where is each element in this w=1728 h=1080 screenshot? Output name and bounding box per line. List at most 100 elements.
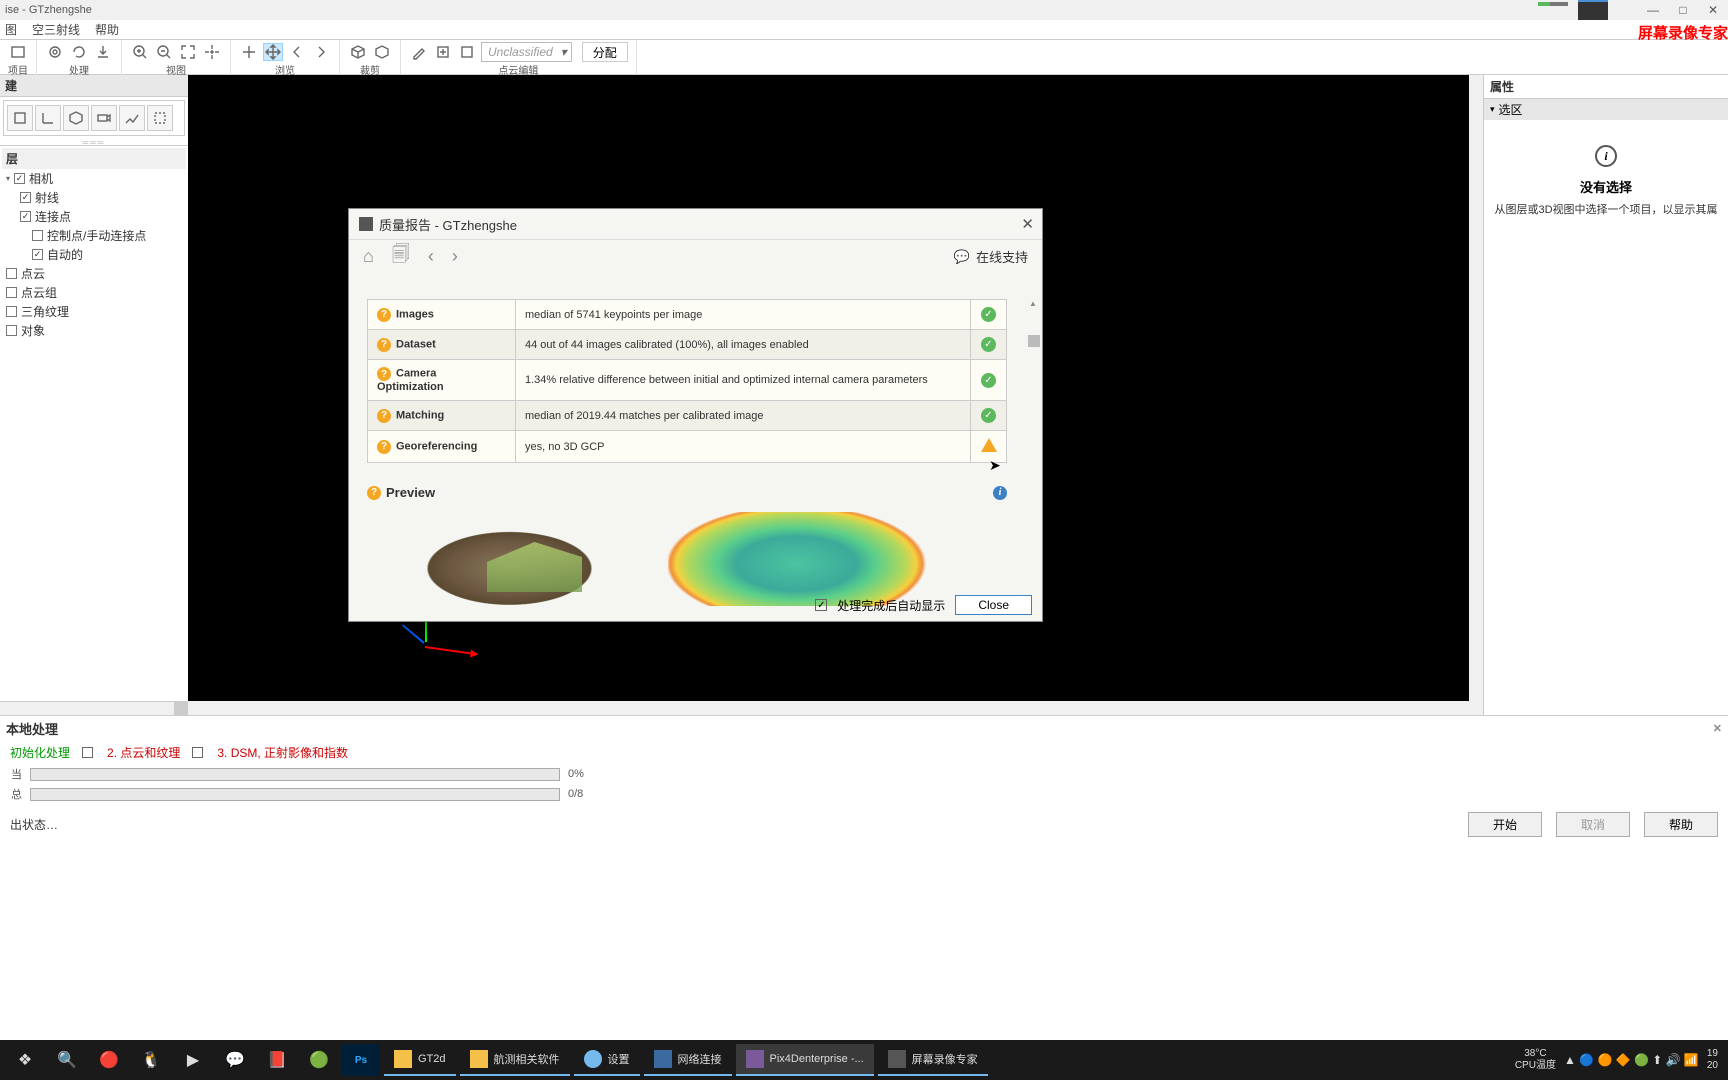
task-icon [654, 1050, 672, 1068]
viewport-scroll-v[interactable] [1469, 75, 1483, 701]
tree-checkbox[interactable] [6, 306, 17, 317]
app5-icon[interactable]: 🟢 [300, 1044, 338, 1076]
pan-icon[interactable] [239, 43, 259, 61]
color-icon[interactable] [457, 43, 477, 61]
help-button[interactable]: 帮助 [1644, 812, 1718, 837]
close-button[interactable]: Close [955, 595, 1032, 615]
viewport-scroll-h[interactable] [188, 701, 1483, 715]
zoom-out-icon[interactable] [154, 43, 174, 61]
tree-checkbox[interactable] [6, 325, 17, 336]
start-button[interactable]: 开始 [1468, 812, 1542, 837]
reload-icon[interactable] [69, 43, 89, 61]
cancel-button[interactable]: 取消 [1556, 812, 1630, 837]
dialog-close-icon[interactable]: ✕ [1021, 215, 1034, 233]
tool-cube-icon[interactable] [63, 105, 89, 131]
prev-icon[interactable] [287, 43, 307, 61]
table-row: ?Dataset44 out of 44 images calibrated (… [368, 330, 1007, 360]
tree-scroll[interactable] [0, 701, 188, 715]
close-button[interactable]: ✕ [1698, 0, 1728, 20]
tree-item[interactable]: ✓射线 [2, 188, 186, 207]
tree-checkbox[interactable] [6, 268, 17, 279]
online-support[interactable]: 💬 在线支持 [954, 247, 1028, 266]
info-icon: i [1595, 145, 1617, 167]
app2-icon[interactable]: 🐧 [132, 1044, 170, 1076]
step3-checkbox[interactable] [192, 747, 203, 758]
pdf-icon[interactable]: 🗐 [392, 242, 410, 272]
app3-icon[interactable]: ▶ [174, 1044, 212, 1076]
menu-triangulation[interactable]: 空三射线 [32, 21, 80, 38]
cube-icon[interactable] [348, 43, 368, 61]
tree-checkbox[interactable]: ✓ [32, 249, 43, 260]
step2-checkbox[interactable] [82, 747, 93, 758]
photoshop-icon[interactable]: Ps [342, 1044, 380, 1076]
help-icon[interactable]: ? [367, 486, 381, 500]
selection-header[interactable]: 选区 [1484, 99, 1728, 120]
app4-icon[interactable]: 📕 [258, 1044, 296, 1076]
next-icon[interactable] [311, 43, 331, 61]
menu-help[interactable]: 帮助 [95, 21, 119, 38]
tool-chart-icon[interactable] [119, 105, 145, 131]
help-icon[interactable]: ? [377, 338, 391, 352]
tool-select-icon[interactable] [147, 105, 173, 131]
taskbar-task[interactable]: 网络连接 [644, 1044, 732, 1076]
assign-button[interactable]: 分配 [582, 42, 628, 62]
autoshow-checkbox[interactable]: ✓ [815, 599, 827, 611]
center-icon[interactable] [202, 43, 222, 61]
taskbar-task[interactable]: Pix4Denterprise -... [736, 1044, 874, 1076]
tree-checkbox[interactable] [6, 287, 17, 298]
taskbar-task[interactable]: GT2d [384, 1044, 456, 1076]
tree-item[interactable]: ✓连接点 [2, 207, 186, 226]
move-icon[interactable] [263, 43, 283, 61]
info-icon[interactable]: i [993, 486, 1007, 500]
tree-item[interactable]: ▾✓相机 [2, 169, 186, 188]
dialog-titlebar[interactable]: 质量报告 - GTzhengshe ✕ [349, 209, 1042, 239]
tree-item[interactable]: ✓自动的 [2, 245, 186, 264]
menu-view[interactable]: 图 [5, 21, 17, 38]
home-icon[interactable]: ⌂ [363, 246, 374, 267]
tool-camera-icon[interactable] [91, 105, 117, 131]
app1-icon[interactable]: 🔴 [90, 1044, 128, 1076]
classification-dropdown[interactable]: Unclassified [481, 42, 572, 62]
tree-item[interactable]: 点云组 [2, 283, 186, 302]
dialog-scroll[interactable]: ▲ [1026, 299, 1040, 606]
screen-recorder-watermark: 屏幕录像专家 [1638, 22, 1728, 43]
tray-icons[interactable]: ▲ 🔵 🟠 🔶 🟢 ⬆ 🔊 📶 [1564, 1053, 1699, 1067]
task-icon [584, 1050, 602, 1068]
add-icon[interactable] [433, 43, 453, 61]
wechat-icon[interactable]: 💬 [216, 1044, 254, 1076]
forward-icon[interactable]: › [452, 246, 458, 267]
window-title: ise - GTzhengshe [5, 4, 92, 16]
panel-close-icon[interactable]: ✕ [1713, 722, 1722, 735]
cube2-icon[interactable] [372, 43, 392, 61]
taskbar-task[interactable]: 屏幕录像专家 [878, 1044, 988, 1076]
search-icon[interactable]: 🔍 [48, 1044, 86, 1076]
fit-icon[interactable] [178, 43, 198, 61]
help-icon[interactable]: ? [377, 409, 391, 423]
gear-icon[interactable] [45, 43, 65, 61]
start-menu-icon[interactable]: ❖ [6, 1044, 44, 1076]
help-icon[interactable]: ? [377, 367, 391, 381]
taskbar-task[interactable]: 设置 [574, 1044, 640, 1076]
tool-axis-icon[interactable] [35, 105, 61, 131]
back-icon[interactable]: ‹ [428, 246, 434, 267]
export-icon[interactable] [93, 43, 113, 61]
help-icon[interactable]: ? [377, 440, 391, 454]
tree-checkbox[interactable]: ✓ [14, 173, 25, 184]
project-icon[interactable] [8, 43, 28, 61]
tool-rect-icon[interactable] [7, 105, 33, 131]
tree-checkbox[interactable]: ✓ [20, 211, 31, 222]
tree-item[interactable]: 点云 [2, 264, 186, 283]
tree-item[interactable]: 控制点/手动连接点 [2, 226, 186, 245]
help-icon[interactable]: ? [377, 308, 391, 322]
minimize-button[interactable]: — [1638, 0, 1668, 20]
cpu-temp-label: CPU温度 [1515, 1060, 1556, 1072]
taskbar-task[interactable]: 航测相关软件 [460, 1044, 570, 1076]
output-status[interactable]: 出状态… [10, 816, 58, 833]
tree-checkbox[interactable]: ✓ [20, 192, 31, 203]
tree-checkbox[interactable] [32, 230, 43, 241]
tree-item[interactable]: 对象 [2, 321, 186, 340]
edit-icon[interactable] [409, 43, 429, 61]
zoom-in-icon[interactable] [130, 43, 150, 61]
maximize-button[interactable]: □ [1668, 0, 1698, 20]
tree-item[interactable]: 三角纹理 [2, 302, 186, 321]
